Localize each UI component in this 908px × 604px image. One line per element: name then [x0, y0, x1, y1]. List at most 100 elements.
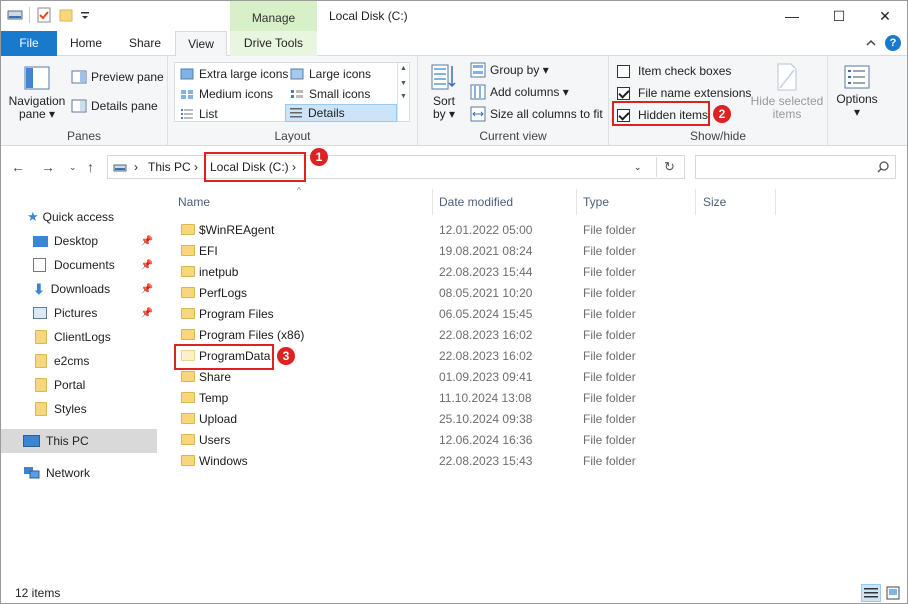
- nav-item-e2cms[interactable]: e2cms: [1, 349, 157, 373]
- tab-home[interactable]: Home: [61, 31, 111, 56]
- file-row[interactable]: Program Files 06.05.2024 15:45 File folder: [173, 304, 653, 325]
- search-icon[interactable]: [877, 161, 889, 173]
- navigation-pane-button[interactable]: Navigation pane ▾: [7, 64, 67, 121]
- drive-icon: [7, 10, 23, 20]
- properties-icon[interactable]: [36, 7, 52, 23]
- tab-drive-tools[interactable]: Drive Tools: [230, 31, 317, 56]
- file-row[interactable]: Share 01.09.2023 09:41 File folder: [173, 367, 653, 388]
- nav-quick-access[interactable]: ★ Quick access: [1, 205, 157, 229]
- search-input[interactable]: [695, 155, 896, 179]
- pin-icon[interactable]: 📌: [141, 236, 153, 247]
- nav-item-desktop[interactable]: Desktop 📌: [1, 229, 157, 253]
- tab-manage[interactable]: Manage: [230, 1, 317, 31]
- file-row[interactable]: Temp 11.10.2024 13:08 File folder: [173, 388, 653, 409]
- column-header-name[interactable]: Name: [178, 195, 210, 209]
- column-divider[interactable]: [695, 189, 696, 215]
- tab-view[interactable]: View: [175, 31, 227, 57]
- breadcrumb-this-pc[interactable]: This PC: [148, 160, 191, 174]
- forward-icon[interactable]: →: [41, 159, 55, 175]
- layout-large-icons[interactable]: Large icons: [287, 65, 374, 83]
- nav-item-label: Documents: [54, 258, 115, 272]
- file-row[interactable]: Windows 22.08.2023 15:43 File folder: [173, 451, 653, 472]
- more-icon[interactable]: ▼: [398, 93, 409, 100]
- breadcrumb-separator[interactable]: ›: [134, 160, 138, 174]
- tab-file[interactable]: File: [1, 31, 57, 56]
- nav-item-documents[interactable]: Documents 📌: [1, 253, 157, 277]
- preview-pane-button[interactable]: Preview pane: [71, 70, 164, 84]
- nav-item-clientlogs[interactable]: ClientLogs: [1, 325, 157, 349]
- nav-item-label: Pictures: [54, 306, 98, 320]
- size-all-columns-button[interactable]: Size all columns to fit: [470, 106, 603, 122]
- recent-locations-icon[interactable]: ⌄: [69, 162, 77, 173]
- maximize-button[interactable]: ☐: [816, 1, 862, 31]
- nav-network[interactable]: Network: [1, 461, 157, 485]
- help-icon[interactable]: ?: [885, 35, 901, 51]
- up-icon[interactable]: ↑: [87, 159, 94, 175]
- sort-by-button[interactable]: Sort by ▾: [426, 62, 462, 121]
- nav-item-pictures[interactable]: Pictures 📌: [1, 301, 157, 325]
- layout-details[interactable]: Details: [285, 104, 397, 122]
- nav-item-styles[interactable]: Styles: [1, 397, 157, 421]
- column-header-type[interactable]: Type: [583, 195, 609, 209]
- pin-icon[interactable]: 📌: [141, 284, 153, 295]
- nav-item-portal[interactable]: Portal: [1, 373, 157, 397]
- options-button[interactable]: Options ▾: [832, 64, 882, 119]
- layout-extra-large-icons[interactable]: Extra large icons: [177, 65, 291, 83]
- group-panes: Navigation pane ▾ Preview pane Details p…: [1, 56, 168, 146]
- extra-large-icons-label: Extra large icons: [199, 67, 289, 81]
- layout-medium-icons[interactable]: Medium icons: [177, 85, 276, 103]
- group-label-panes: Panes: [66, 129, 102, 143]
- file-row[interactable]: EFI 19.08.2021 08:24 File folder: [173, 241, 653, 262]
- refresh-icon[interactable]: ↻: [664, 159, 675, 175]
- scroll-down-icon[interactable]: ▼: [398, 80, 409, 87]
- hide-selected-items-button[interactable]: Hide selected items: [749, 62, 825, 121]
- file-name: inetpub: [199, 265, 239, 279]
- customize-toolbar-icon[interactable]: [80, 8, 90, 22]
- navigation-pane-icon: [24, 66, 50, 90]
- scroll-up-icon[interactable]: ▲: [398, 65, 409, 72]
- tab-share[interactable]: Share: [119, 31, 171, 56]
- options-icon: [844, 65, 870, 89]
- minimize-button[interactable]: —: [769, 1, 815, 31]
- file-row[interactable]: PerfLogs 08.05.2021 10:20 File folder: [173, 283, 653, 304]
- item-check-boxes-option[interactable]: Item check boxes: [617, 64, 731, 78]
- pin-icon[interactable]: 📌: [141, 260, 153, 271]
- column-header-date-modified[interactable]: Date modified: [439, 195, 513, 209]
- group-by-button[interactable]: Group by ▾: [470, 62, 549, 78]
- address-bar[interactable]: › This PC › Local Disk (C:) › ⌄ ↻: [107, 155, 685, 179]
- preview-pane-label: Preview pane: [91, 70, 164, 84]
- nav-this-pc[interactable]: This PC: [1, 429, 157, 453]
- chevron-up-icon[interactable]: [865, 38, 877, 48]
- column-divider[interactable]: [775, 189, 776, 215]
- file-row[interactable]: Users 12.06.2024 16:36 File folder: [173, 430, 653, 451]
- add-columns-button[interactable]: Add columns ▾: [470, 84, 569, 100]
- layout-small-icons[interactable]: Small icons: [287, 85, 373, 103]
- column-divider[interactable]: [576, 189, 577, 215]
- file-name: Program Files (x86): [199, 328, 305, 342]
- file-name-extensions-option[interactable]: File name extensions: [617, 86, 751, 100]
- item-check-boxes-checkbox[interactable]: [617, 64, 630, 78]
- nav-network-label: Network: [46, 466, 91, 480]
- large-icons-view-icon: [886, 586, 900, 600]
- breadcrumb-separator[interactable]: ›: [194, 160, 198, 174]
- large-icons-view-button[interactable]: [883, 584, 903, 602]
- layout-gallery-scroll[interactable]: ▲ ▼ ▼: [397, 63, 409, 121]
- file-name-extensions-checkbox[interactable]: [617, 86, 630, 100]
- close-button[interactable]: ✕: [862, 1, 908, 31]
- documents-icon: [33, 258, 46, 272]
- layout-list[interactable]: List: [177, 105, 221, 123]
- pin-icon[interactable]: 📌: [141, 308, 153, 319]
- address-history-icon[interactable]: ⌄: [634, 162, 642, 173]
- details-pane-button[interactable]: Details pane: [71, 99, 158, 113]
- file-row[interactable]: Program Files (x86) 22.08.2023 16:02 File …: [173, 325, 653, 346]
- new-folder-icon[interactable]: [58, 7, 74, 23]
- nav-item-downloads[interactable]: ⬇ Downloads 📌: [1, 277, 157, 301]
- back-icon[interactable]: ←: [11, 159, 25, 175]
- file-type: File folder: [583, 370, 636, 384]
- file-row[interactable]: inetpub 22.08.2023 15:44 File folder: [173, 262, 653, 283]
- details-view-button[interactable]: [861, 584, 881, 602]
- file-row[interactable]: Upload 25.10.2024 09:38 File folder: [173, 409, 653, 430]
- column-header-size[interactable]: Size: [703, 195, 726, 209]
- file-row[interactable]: $WinREAgent 12.01.2022 05:00 File folder: [173, 220, 653, 241]
- column-divider[interactable]: [432, 189, 433, 215]
